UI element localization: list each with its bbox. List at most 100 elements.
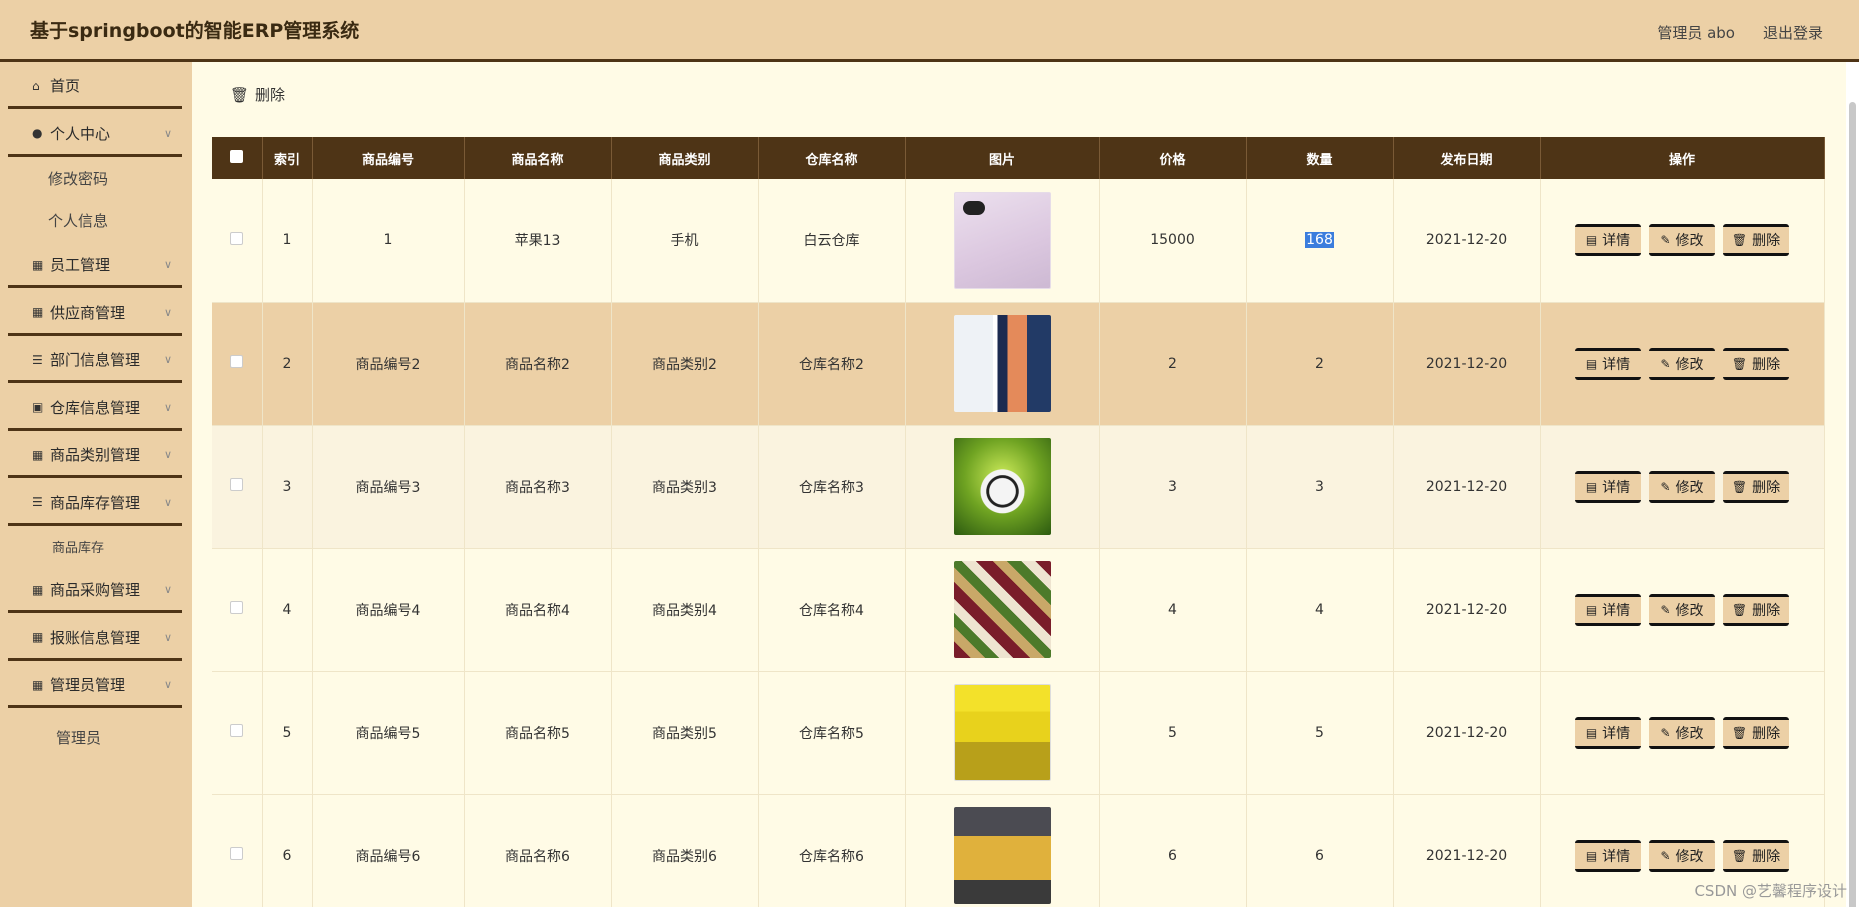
detail-button[interactable]: ▤ 详情 <box>1575 593 1641 626</box>
table-row: 4 商品编号4 商品名称4 商品类别4 仓库名称4 4 4 2021-12-20… <box>212 548 1825 672</box>
edit-button[interactable]: ✎ 修改 <box>1649 593 1715 626</box>
edit-button[interactable]: ✎ 修改 <box>1649 470 1715 503</box>
cell-warehouse: 白云仓库 <box>758 179 906 303</box>
edit-button[interactable]: ✎ 修改 <box>1649 347 1715 380</box>
document-icon: ▤ <box>1585 356 1598 371</box>
vertical-scrollbar[interactable] <box>1846 62 1859 907</box>
cell-category: 手机 <box>611 179 759 303</box>
col-header-price: 价格 <box>1099 137 1247 179</box>
detail-button[interactable]: ▤ 详情 <box>1575 347 1641 380</box>
select-all-header[interactable] <box>212 137 263 179</box>
cell-warehouse: 仓库名称4 <box>758 548 906 672</box>
chevron-down-icon: ∨ <box>163 126 172 140</box>
delete-button[interactable]: 🗑 删除 <box>1723 347 1789 380</box>
current-user[interactable]: 管理员 abo <box>1657 22 1735 43</box>
delete-button[interactable]: 🗑 删除 <box>1723 716 1789 749</box>
detail-button[interactable]: ▤ 详情 <box>1575 716 1641 749</box>
trash-icon: 🗑 <box>1731 233 1748 248</box>
row-checkbox[interactable] <box>230 847 244 860</box>
sidebar-item-stock[interactable]: ☰ 商品库存管理 ∨ <box>0 478 192 526</box>
delete-label: 删除 <box>1752 725 1781 742</box>
product-image-woman-photo <box>953 807 1051 904</box>
cell-date: 2021-12-20 <box>1393 671 1541 795</box>
row-checkbox[interactable] <box>230 478 244 491</box>
sidebar: ⌂ 首页 ● 个人中心 ∨ 修改密码 个人信息 ▦ 员工管理 ∨ ▦ 供应商管理… <box>0 62 192 907</box>
sidebar-subitem-personal-info[interactable]: 个人信息 <box>0 199 192 241</box>
detail-button[interactable]: ▤ 详情 <box>1575 470 1641 503</box>
cell-warehouse: 仓库名称5 <box>758 671 906 795</box>
delete-button[interactable]: 🗑 删除 <box>1723 224 1789 257</box>
col-header-index: 索引 <box>262 137 313 179</box>
edit-label: 修改 <box>1675 602 1704 619</box>
sidebar-item-employee[interactable]: ▦ 员工管理 ∨ <box>0 241 192 288</box>
sidebar-item-label: 商品类别管理 <box>50 446 141 464</box>
batch-delete-button[interactable]: 🗑 删除 <box>230 84 285 105</box>
grid-icon: ▦ <box>32 305 44 319</box>
cell-qty: 5 <box>1246 671 1394 795</box>
delete-button[interactable]: 🗑 删除 <box>1723 593 1789 626</box>
app-title: 基于springboot的智能ERP管理系统 <box>30 20 360 42</box>
detail-label: 详情 <box>1602 848 1631 865</box>
cell-code: 1 <box>312 179 465 303</box>
sidebar-subitem-admin[interactable]: 管理员 <box>0 708 192 766</box>
sidebar-item-category[interactable]: ▦ 商品类别管理 ∨ <box>0 431 192 478</box>
edit-button[interactable]: ✎ 修改 <box>1649 839 1715 872</box>
edit-button[interactable]: ✎ 修改 <box>1649 716 1715 749</box>
row-checkbox[interactable] <box>230 601 244 614</box>
detail-button[interactable]: ▤ 详情 <box>1575 839 1641 872</box>
cell-category: 商品类别5 <box>611 671 759 795</box>
row-checkbox[interactable] <box>230 724 244 737</box>
product-table: 索引 商品编号 商品名称 商品类别 仓库名称 图片 价格 数量 发布日期 操作 … <box>212 137 1825 907</box>
cell-category: 商品类别4 <box>611 548 759 672</box>
trash-icon: 🗑 <box>1731 602 1748 617</box>
trash-icon: 🗑 <box>1731 479 1748 494</box>
pencil-icon: ✎ <box>1660 479 1671 494</box>
sidebar-item-purchase[interactable]: ▦ 商品采购管理 ∨ <box>0 566 192 613</box>
table-row: 2 商品编号2 商品名称2 商品类别2 仓库名称2 2 2 2021-12-20… <box>212 302 1825 426</box>
sidebar-subitem-stock[interactable]: 商品库存 <box>0 526 192 566</box>
chevron-down-icon: ∨ <box>163 400 172 414</box>
cell-code: 商品编号6 <box>312 794 465 907</box>
top-header: 基于springboot的智能ERP管理系统 管理员 abo 退出登录 <box>0 0 1859 62</box>
table-row: 3 商品编号3 商品名称3 商品类别3 仓库名称3 3 3 2021-12-20… <box>212 425 1825 549</box>
cell-qty: 4 <box>1246 548 1394 672</box>
product-image-food-box <box>953 561 1051 658</box>
sidebar-item-home[interactable]: ⌂ 首页 <box>0 62 192 109</box>
document-icon: ▤ <box>1585 602 1598 617</box>
sidebar-item-warehouse[interactable]: ▣ 仓库信息管理 ∨ <box>0 383 192 431</box>
sidebar-item-personal[interactable]: ● 个人中心 ∨ <box>0 109 192 157</box>
cell-price: 2 <box>1099 302 1247 426</box>
clipboard-icon: ▣ <box>32 400 44 414</box>
cell-date: 2021-12-20 <box>1393 548 1541 672</box>
grid-icon: ▦ <box>32 630 44 644</box>
sidebar-item-reimburse[interactable]: ▦ 报账信息管理 ∨ <box>0 613 192 661</box>
col-header-actions: 操作 <box>1540 137 1825 179</box>
detail-button[interactable]: ▤ 详情 <box>1575 224 1641 257</box>
cell-price: 15000 <box>1099 179 1247 303</box>
row-checkbox[interactable] <box>230 231 244 245</box>
sidebar-item-admin[interactable]: ▦ 管理员管理 ∨ <box>0 661 192 708</box>
document-icon: ▤ <box>1585 233 1598 248</box>
col-header-name: 商品名称 <box>464 137 612 179</box>
sidebar-subitem-change-password[interactable]: 修改密码 <box>0 157 192 199</box>
cell-index: 6 <box>262 794 313 907</box>
delete-label: 删除 <box>1752 356 1781 373</box>
scrollbar-thumb[interactable] <box>1849 102 1856 907</box>
edit-button[interactable]: ✎ 修改 <box>1649 224 1715 257</box>
select-all-checkbox[interactable] <box>230 149 244 163</box>
sidebar-item-department[interactable]: ☰ 部门信息管理 ∨ <box>0 336 192 383</box>
edit-label: 修改 <box>1675 848 1704 865</box>
delete-button[interactable]: 🗑 删除 <box>1723 839 1789 872</box>
logout-link[interactable]: 退出登录 <box>1763 22 1823 43</box>
pencil-icon: ✎ <box>1660 848 1671 863</box>
sidebar-item-label: 报账信息管理 <box>50 628 141 647</box>
row-checkbox[interactable] <box>230 355 244 368</box>
header-user-area: 管理员 abo 退出登录 <box>1657 22 1823 43</box>
chevron-down-icon: ∨ <box>163 583 172 596</box>
sidebar-item-supplier[interactable]: ▦ 供应商管理 ∨ <box>0 288 192 336</box>
sidebar-item-label: 管理员管理 <box>50 676 126 694</box>
chevron-down-icon: ∨ <box>163 630 172 644</box>
delete-button[interactable]: 🗑 删除 <box>1723 470 1789 503</box>
cell-name: 商品名称6 <box>464 794 612 907</box>
cell-warehouse: 仓库名称3 <box>758 425 906 549</box>
